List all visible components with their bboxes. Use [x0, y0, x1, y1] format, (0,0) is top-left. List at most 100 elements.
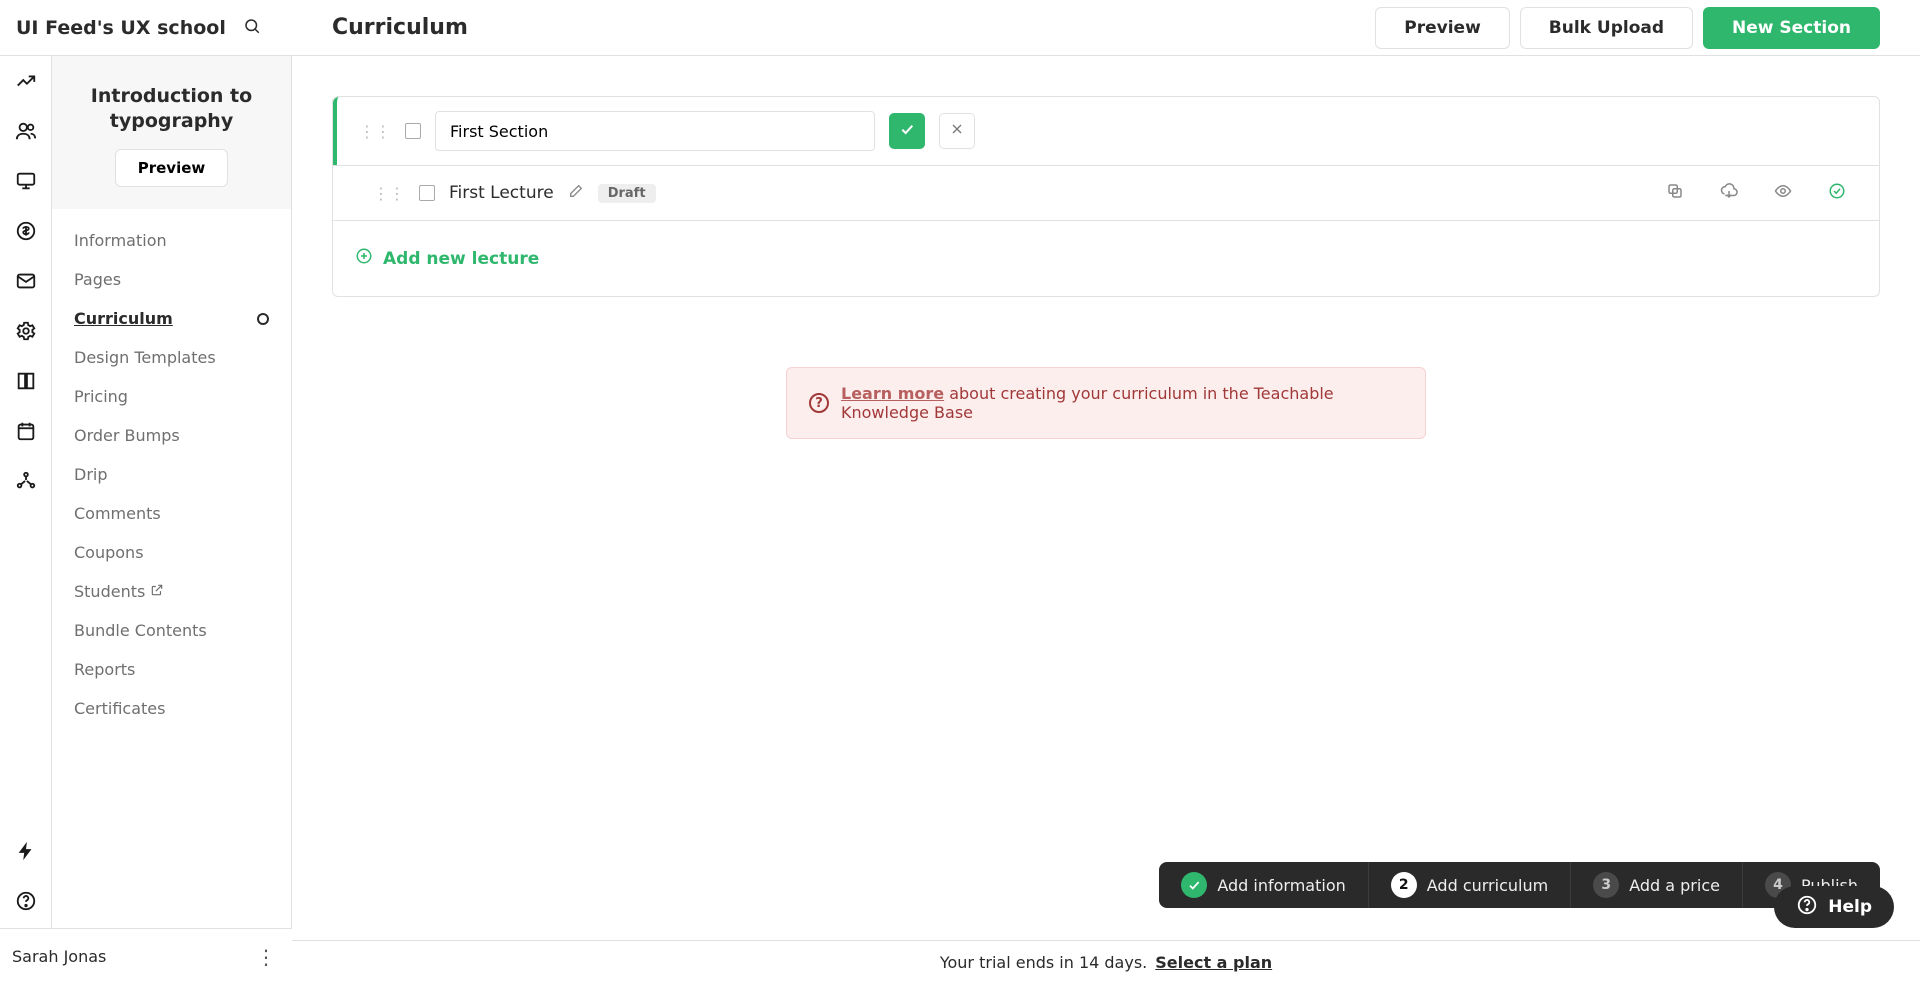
rail-item-network[interactable]: [13, 470, 39, 496]
top-header: UI Feed's UX school Curriculum Preview B…: [0, 0, 1920, 56]
new-section-button[interactable]: New Section: [1703, 7, 1880, 49]
section-name-input[interactable]: [435, 111, 875, 151]
section-header: ⋮⋮: [333, 97, 1879, 165]
dots-vertical-icon: ⋮: [256, 945, 276, 969]
help-button[interactable]: Help: [1774, 886, 1894, 928]
panel-item-label: Bundle Contents: [74, 621, 207, 640]
user-menu-button[interactable]: ⋮: [252, 941, 280, 973]
rail-item-power[interactable]: [13, 840, 39, 866]
panel-item-label: Order Bumps: [74, 426, 180, 445]
header-actions: Preview Bulk Upload New Section: [1375, 7, 1880, 49]
dollar-icon: [15, 220, 37, 246]
rail-item-emails[interactable]: [13, 270, 39, 296]
add-lecture-label: Add new lecture: [383, 249, 539, 269]
panel-item-label: Design Templates: [74, 348, 216, 367]
rail-item-help[interactable]: [13, 890, 39, 916]
panel-item-label: Coupons: [74, 543, 144, 562]
search-button[interactable]: [238, 14, 266, 42]
panel-item-pricing[interactable]: Pricing: [52, 377, 291, 416]
rail-item-courses[interactable]: [13, 370, 39, 396]
status-dot-icon: [257, 313, 269, 325]
rail-item-calendar[interactable]: [13, 420, 39, 446]
lecture-download-button[interactable]: [1709, 182, 1749, 204]
lecture-checkbox[interactable]: [419, 185, 435, 201]
drag-handle[interactable]: ⋮⋮: [359, 122, 391, 141]
step-number: 2: [1391, 872, 1417, 898]
mail-icon: [15, 270, 37, 296]
rail-item-dashboard[interactable]: [13, 70, 39, 96]
pencil-icon: [568, 184, 584, 203]
rail-item-users[interactable]: [13, 120, 39, 146]
rail-item-settings[interactable]: [13, 320, 39, 346]
users-icon: [15, 120, 37, 146]
panel-item-students[interactable]: Students: [52, 572, 291, 611]
bulk-upload-button[interactable]: Bulk Upload: [1520, 7, 1693, 49]
panel-item-reports[interactable]: Reports: [52, 650, 291, 689]
panel-item-label: Certificates: [74, 699, 165, 718]
step-add-information[interactable]: Add information: [1159, 862, 1367, 908]
panel-item-label: Comments: [74, 504, 161, 523]
panel-head: Introduction to typography Preview: [52, 56, 291, 209]
step-number: 3: [1593, 872, 1619, 898]
monitor-icon: [15, 170, 37, 196]
panel-item-pages[interactable]: Pages: [52, 260, 291, 299]
eye-icon: [1774, 182, 1792, 204]
section-card: ⋮⋮ ⋮⋮ First Lecture: [332, 96, 1880, 297]
school-name: UI Feed's UX school: [16, 17, 226, 39]
panel-item-label: Pages: [74, 270, 121, 289]
trial-bar: Your trial ends in 14 days. Select a pla…: [292, 940, 1920, 984]
cloud-download-icon: [1720, 182, 1738, 204]
plus-circle-icon: [355, 247, 373, 270]
course-title: Introduction to typography: [70, 84, 273, 133]
check-icon: [1181, 872, 1207, 898]
step-label: Add information: [1217, 876, 1345, 895]
rail-item-site[interactable]: [13, 170, 39, 196]
preview-button[interactable]: Preview: [1375, 7, 1510, 49]
info-banner-text: Learn more about creating your curriculu…: [841, 384, 1403, 422]
nav-rail: [0, 56, 52, 984]
section-checkbox[interactable]: [405, 123, 421, 139]
page-title: Curriculum: [332, 15, 468, 40]
user-name: Sarah Jonas: [12, 947, 106, 966]
panel-item-curriculum[interactable]: Curriculum: [52, 299, 291, 338]
lecture-visibility-button[interactable]: [1763, 182, 1803, 204]
panel-item-label: Curriculum: [74, 309, 173, 328]
lecture-rename-button[interactable]: [568, 183, 584, 203]
drag-handle[interactable]: ⋮⋮: [373, 184, 405, 203]
help-label: Help: [1828, 897, 1872, 917]
gear-icon: [15, 320, 37, 346]
panel-item-certificates[interactable]: Certificates: [52, 689, 291, 728]
panel-item-bundle-contents[interactable]: Bundle Contents: [52, 611, 291, 650]
sidebar-panel: Introduction to typography Preview Infor…: [52, 56, 292, 984]
lecture-title: First Lecture: [449, 183, 554, 203]
step-label: Add a price: [1629, 876, 1720, 895]
lecture-row[interactable]: ⋮⋮ First Lecture Draft: [333, 165, 1879, 220]
panel-item-comments[interactable]: Comments: [52, 494, 291, 533]
select-plan-link[interactable]: Select a plan: [1155, 953, 1272, 972]
panel-item-design-templates[interactable]: Design Templates: [52, 338, 291, 377]
panel-item-information[interactable]: Information: [52, 221, 291, 260]
step-add-a-price[interactable]: 3 Add a price: [1570, 862, 1742, 908]
panel-item-label: Information: [74, 231, 167, 250]
panel-item-coupons[interactable]: Coupons: [52, 533, 291, 572]
help-circle-icon: [1796, 894, 1818, 921]
bolt-icon: [15, 840, 37, 866]
rail-item-sales[interactable]: [13, 220, 39, 246]
panel-item-order-bumps[interactable]: Order Bumps: [52, 416, 291, 455]
panel-item-label: Drip: [74, 465, 108, 484]
lecture-duplicate-button[interactable]: [1655, 182, 1695, 204]
panel-item-label: Reports: [74, 660, 135, 679]
course-preview-button[interactable]: Preview: [115, 149, 229, 187]
section-cancel-button[interactable]: [939, 113, 975, 149]
section-confirm-button[interactable]: [889, 113, 925, 149]
progress-stepper: Add information 2Add curriculum 3 Add a pri…: [1159, 862, 1880, 908]
add-lecture-button[interactable]: Add new lecture: [333, 220, 1879, 296]
lecture-publish-button[interactable]: [1817, 182, 1857, 204]
learn-more-link[interactable]: Learn more: [841, 384, 944, 403]
check-circle-icon: [1828, 182, 1846, 204]
step-add-curriculum[interactable]: 2Add curriculum: [1368, 862, 1570, 908]
user-footer: Sarah Jonas ⋮: [0, 928, 292, 984]
main-content: ⋮⋮ ⋮⋮ First Lecture: [292, 56, 1920, 984]
panel-item-drip[interactable]: Drip: [52, 455, 291, 494]
book-icon: [15, 370, 37, 396]
